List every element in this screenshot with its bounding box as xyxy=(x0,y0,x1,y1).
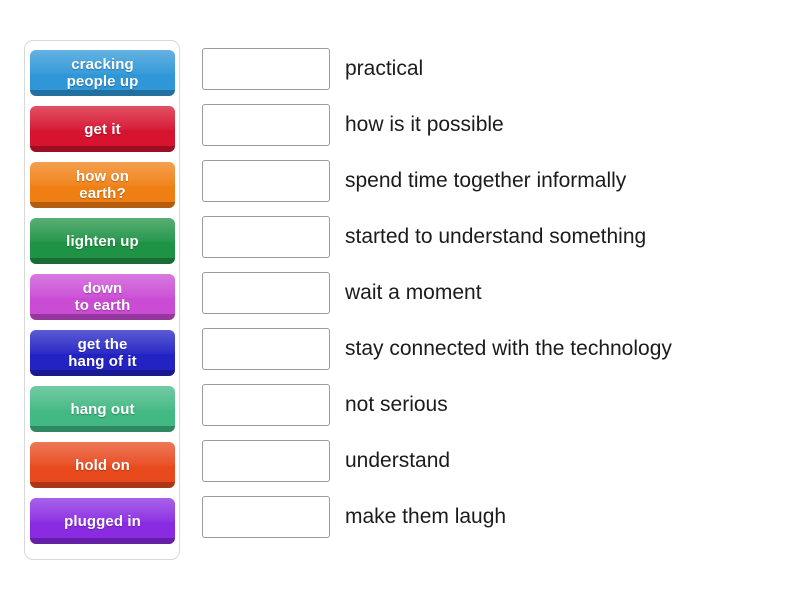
tile-label: get it xyxy=(84,120,121,138)
draggable-tile[interactable]: hang out xyxy=(30,386,175,432)
answer-row: understand xyxy=(202,440,782,482)
answer-row: wait a moment xyxy=(202,272,782,314)
answer-drop-box[interactable] xyxy=(202,384,330,426)
tile-label: cracking people up xyxy=(66,56,139,90)
draggable-tile[interactable]: hold on xyxy=(30,442,175,488)
answer-definition-text: understand xyxy=(345,449,451,472)
answer-row: stay connected with the technology xyxy=(202,328,782,370)
answer-row: not serious xyxy=(202,384,782,426)
answer-drop-box[interactable] xyxy=(202,496,330,538)
draggable-tile[interactable]: cracking people up xyxy=(30,50,175,96)
answer-definition-text: wait a moment xyxy=(345,281,482,304)
match-up-activity: cracking people up get it how on earth? … xyxy=(0,0,800,600)
draggable-tile[interactable]: lighten up xyxy=(30,218,175,264)
answer-drop-box[interactable] xyxy=(202,440,330,482)
answer-drop-box[interactable] xyxy=(202,160,330,202)
answer-drop-box[interactable] xyxy=(202,48,330,90)
answer-drop-box[interactable] xyxy=(202,272,330,314)
answer-list: practical how is it possible spend time … xyxy=(202,48,782,538)
answer-row: spend time together informally xyxy=(202,160,782,202)
answer-definition-text: stay connected with the technology xyxy=(345,337,672,360)
tile-label: how on earth? xyxy=(75,168,130,202)
tile-label: get the hang of it xyxy=(68,336,137,370)
answer-drop-box[interactable] xyxy=(202,216,330,258)
answer-row: started to understand something xyxy=(202,216,782,258)
answer-definition-text: how is it possible xyxy=(345,113,504,136)
tile-label: hang out xyxy=(70,400,135,418)
answer-definition-text: not serious xyxy=(345,393,448,416)
tile-label: hold on xyxy=(75,456,130,474)
draggable-tile[interactable]: get the hang of it xyxy=(30,330,175,376)
tile-label: lighten up xyxy=(66,232,139,250)
answer-definition-text: spend time together informally xyxy=(345,169,627,192)
draggable-tile[interactable]: down to earth xyxy=(30,274,175,320)
answer-row: how is it possible xyxy=(202,104,782,146)
answer-definition-text: started to understand something xyxy=(345,225,647,248)
answer-definition-text: make them laugh xyxy=(345,505,507,528)
answer-drop-box[interactable] xyxy=(202,328,330,370)
draggable-tile[interactable]: get it xyxy=(30,106,175,152)
draggable-tile[interactable]: plugged in xyxy=(30,498,175,544)
answer-drop-box[interactable] xyxy=(202,104,330,146)
answer-row: make them laugh xyxy=(202,496,782,538)
draggable-tile[interactable]: how on earth? xyxy=(30,162,175,208)
tile-label: plugged in xyxy=(64,512,141,530)
tile-bank: cracking people up get it how on earth? … xyxy=(24,40,180,560)
tile-label: down to earth xyxy=(74,280,131,314)
answer-definition-text: practical xyxy=(345,57,424,80)
answer-row: practical xyxy=(202,48,782,90)
